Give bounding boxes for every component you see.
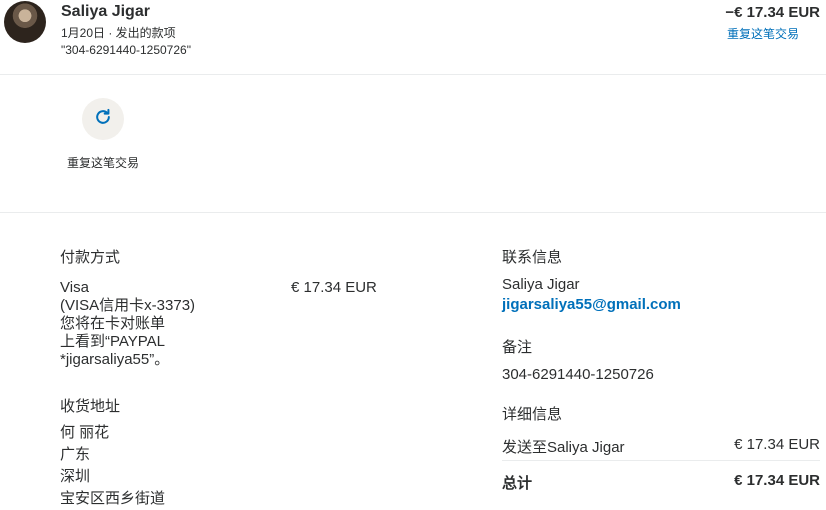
sent-to-amount: € 17.34 EUR — [734, 436, 820, 453]
contact-name: Saliya Jigar — [502, 276, 580, 293]
refresh-icon — [93, 107, 113, 132]
address-line: 何 丽花 — [60, 424, 110, 441]
payment-method-description: Visa (VISA信用卡x-3373) 您将在卡对账单 上看到“PAYPAL … — [60, 279, 220, 369]
contact-info-title: 联系信息 — [502, 249, 563, 266]
shipping-address: 何 丽花 广东 深圳 宝安区西乡街道 — [60, 422, 400, 510]
note-value: 304-6291440-1250726 — [502, 366, 654, 383]
total-label: 总计 — [502, 475, 533, 492]
recipient-name: Saliya Jigar — [61, 3, 150, 20]
payment-shipping-column: 付款方式 Visa (VISA信用卡x-3373) 您将在卡对账单 上看到“PA… — [60, 246, 400, 510]
address-line: 广东 — [60, 446, 91, 463]
address-line: 宝安区西乡街道 — [60, 490, 166, 507]
transaction-amount: −€ 17.34 EUR — [725, 4, 820, 21]
payment-line: 上看到“PAYPAL — [60, 333, 166, 350]
payment-line: 您将在卡对账单 — [60, 315, 166, 332]
repeat-transaction-label[interactable]: 重复这笔交易 — [66, 155, 140, 172]
note-title: 备注 — [502, 339, 533, 356]
payment-amount: € 17.34 EUR — [291, 279, 377, 296]
sent-to-label: 发送至Saliya Jigar — [502, 439, 625, 456]
sent-to-row: 发送至Saliya Jigar € 17.34 EUR — [502, 436, 820, 461]
payment-line: *jigarsaliya55”。 — [60, 351, 170, 368]
transaction-subtitle: 1月20日 · 发出的款项 — [61, 26, 176, 40]
shipping-address-title: 收货地址 — [60, 398, 121, 415]
payment-method-title: 付款方式 — [60, 249, 121, 266]
contact-details-column: 联系信息 Saliya Jigar jigarsaliya55@gmail.co… — [502, 246, 820, 494]
address-line: 深圳 — [60, 468, 91, 485]
contact-email-link[interactable]: jigarsaliya55@gmail.com — [502, 296, 820, 313]
transaction-header: Saliya Jigar 1月20日 · 发出的款项 "304-6291440-… — [0, 0, 826, 75]
payment-method-row: Visa (VISA信用卡x-3373) 您将在卡对账单 上看到“PAYPAL … — [60, 279, 400, 379]
payment-line: Visa — [60, 279, 89, 296]
payment-line: (VISA信用卡x-3373) — [60, 297, 196, 314]
transaction-reference: "304-6291440-1250726" — [61, 43, 191, 57]
avatar — [4, 1, 46, 43]
repeat-transaction-link[interactable]: 重复这笔交易 — [727, 25, 799, 42]
actions-bar: 重复这笔交易 — [0, 74, 826, 213]
details-title: 详细信息 — [502, 406, 563, 423]
total-amount: € 17.34 EUR — [734, 472, 820, 489]
repeat-transaction-button[interactable] — [82, 98, 124, 140]
total-row: 总计 € 17.34 EUR — [502, 472, 820, 494]
